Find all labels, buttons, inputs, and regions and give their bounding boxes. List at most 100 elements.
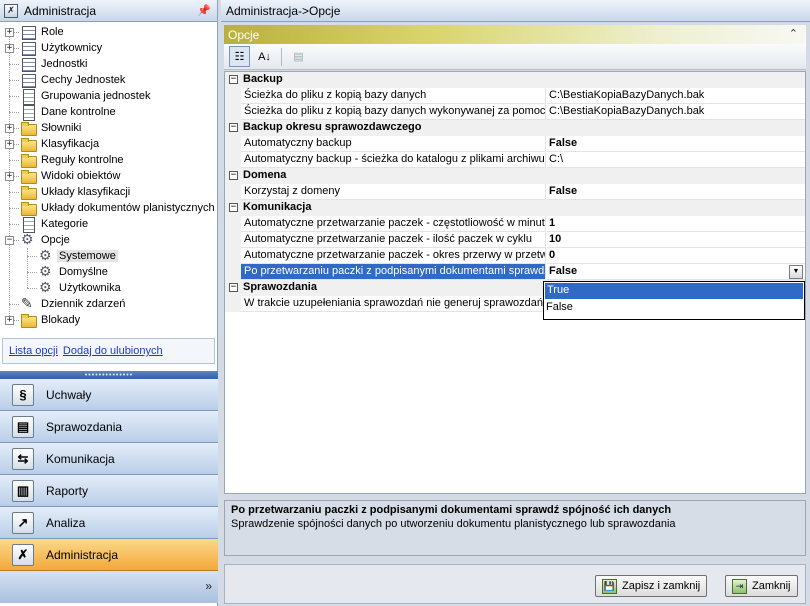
tree-item[interactable]: Dziennik zdarzeń (20, 295, 127, 312)
toolbar-separator (281, 47, 282, 66)
tree-item[interactable]: Reguły kontrolne (20, 152, 126, 168)
dropdown-option[interactable]: False (544, 300, 804, 316)
grid-property-row[interactable]: Po przetwarzaniu paczki z podpisanymi do… (225, 264, 805, 280)
grid-category[interactable]: − Domena (225, 168, 805, 184)
nav-button[interactable]: ✗ Administracja (0, 539, 218, 571)
tree-expander[interactable]: + (5, 316, 14, 325)
tree-item[interactable]: Jednostki (20, 56, 89, 72)
property-name[interactable]: Ścieżka do pliku z kopią bazy danych (241, 88, 546, 104)
nav-button-label: Analiza (46, 515, 86, 530)
nav-button-label: Raporty (46, 483, 89, 498)
tree-expander[interactable]: − (5, 236, 14, 245)
category-collapse-icon[interactable]: − (229, 75, 238, 84)
grid-property-row[interactable]: Korzystaj z domeny False (225, 184, 805, 200)
grid-property-row[interactable]: Automatyczne przetwarzanie paczek - okre… (225, 248, 805, 264)
chevron-right-icon[interactable]: » (205, 579, 212, 593)
grid-category[interactable]: − Komunikacja (225, 200, 805, 216)
property-value[interactable]: 1 (547, 216, 805, 232)
property-name[interactable]: Korzystaj z domeny (241, 184, 546, 200)
tree-expander[interactable]: + (5, 28, 14, 37)
pane-splitter[interactable]: •••••••••••••• (0, 371, 218, 379)
grid-property-row[interactable]: Automatyczne przetwarzanie paczek - iloś… (225, 232, 805, 248)
tree-item[interactable]: Opcje (20, 231, 72, 248)
grid-property-row[interactable]: Ścieżka do pliku z kopią bazy danych wyk… (225, 104, 805, 120)
tree-item[interactable]: Cechy Jednostek (20, 72, 127, 88)
property-value[interactable]: C:\ (547, 152, 805, 168)
grid-category[interactable]: − Backup okresu sprawozdawczego (225, 120, 805, 136)
tree-item[interactable]: Domyślne (38, 263, 110, 280)
nav-button[interactable]: § Uchwały (0, 379, 218, 411)
property-name[interactable]: Po przetwarzaniu paczki z podpisanymi do… (241, 264, 546, 280)
property-value-text: C:\BestiaKopiaBazyDanych.bak (549, 105, 705, 117)
tree-item-label: Dziennik zdarzeń (41, 298, 126, 310)
folder-icon (20, 184, 37, 200)
tree-item[interactable]: Dane kontrolne (20, 104, 118, 121)
property-name[interactable]: Automatyczny backup (241, 136, 546, 152)
tree-item[interactable]: Grupowania jednostek (20, 88, 152, 105)
dropdown-arrow-icon[interactable]: ▼ (789, 265, 803, 279)
categorized-view-button[interactable]: ☷ (229, 46, 250, 67)
tree-item[interactable]: Systemowe (38, 247, 118, 264)
property-value[interactable]: 10 (547, 232, 805, 248)
nav-icon: ↗ (12, 511, 34, 534)
tree-expander[interactable]: + (5, 44, 14, 53)
property-name[interactable]: W trakcie uzupełeniania sprawozdań nie g… (241, 296, 546, 312)
grid-property-row[interactable]: Automatyczny backup - ścieżka do katalog… (225, 152, 805, 168)
grid-property-row[interactable]: Automatyczny backup False (225, 136, 805, 152)
property-name[interactable]: Automatyczne przetwarzanie paczek - okre… (241, 248, 546, 264)
tree-item[interactable]: Role (20, 24, 66, 40)
exit-icon: ⇥ (732, 578, 747, 594)
tree-item[interactable]: Użytkownicy (20, 40, 104, 56)
tree-expander[interactable]: + (5, 140, 14, 149)
tree-item[interactable]: Układy dokumentów planistycznych (20, 200, 217, 216)
grid-property-row[interactable]: Automatyczne przetwarzanie paczek - częs… (225, 216, 805, 232)
alphabetical-sort-button[interactable]: A↓ (254, 46, 275, 67)
tree-item[interactable]: Klasyfikacja (20, 136, 101, 152)
grid-property-row[interactable]: Ścieżka do pliku z kopią bazy danych C:\B… (225, 88, 805, 104)
nav-button[interactable]: ▥ Raporty (0, 475, 218, 507)
property-value[interactable]: False (547, 184, 805, 200)
tree-connector (27, 288, 37, 289)
category-collapse-icon[interactable]: − (229, 203, 238, 212)
nav-button[interactable]: ↗ Analiza (0, 507, 218, 539)
tree-item[interactable]: Użytkownika (38, 279, 123, 296)
add-to-favorites-link[interactable]: Dodaj do ulubionych (63, 345, 163, 357)
tree-item[interactable]: Kategorie (20, 216, 90, 233)
grid-category[interactable]: − Backup (225, 72, 805, 88)
category-collapse-icon[interactable]: − (229, 171, 238, 180)
property-value[interactable]: False (547, 136, 805, 152)
navigation-bar-footer[interactable]: » (0, 571, 218, 603)
nav-button[interactable]: ⇆ Komunikacja (0, 443, 218, 475)
property-name[interactable]: Automatyczne przetwarzanie paczek - częs… (241, 216, 546, 232)
tree-expander[interactable]: + (5, 124, 14, 133)
category-collapse-icon[interactable]: − (229, 283, 238, 292)
category-collapse-icon[interactable]: − (229, 123, 238, 132)
tree-item-label: Opcje (41, 234, 70, 246)
save-and-close-label: Zapisz i zamknij (622, 580, 701, 592)
property-pages-button[interactable]: ▤ (288, 46, 309, 67)
options-list-link[interactable]: Lista opcji (9, 345, 58, 357)
property-value[interactable]: C:\BestiaKopiaBazyDanych.bak (547, 104, 805, 120)
gear-icon (38, 263, 54, 280)
property-value[interactable]: 0 (547, 248, 805, 264)
property-name[interactable]: Automatyczny backup - ścieżka do katalog… (241, 152, 546, 168)
tree-expander[interactable]: + (5, 172, 14, 181)
tree-item[interactable]: Układy klasyfikacji (20, 184, 132, 200)
property-value[interactable]: False ▼ (547, 264, 805, 280)
nav-button[interactable]: ▤ Sprawozdania (0, 411, 218, 443)
tree-item[interactable]: Widoki obiektów (20, 168, 122, 184)
property-name[interactable]: Automatyczne przetwarzanie paczek - iloś… (241, 232, 546, 248)
close-button[interactable]: ⇥ Zamknij (725, 575, 798, 597)
save-and-close-button[interactable]: 💾 Zapisz i zamknij (595, 575, 708, 597)
grid-icon (20, 24, 36, 40)
nav-icon: ⇆ (12, 447, 34, 470)
property-value[interactable]: C:\BestiaKopiaBazyDanych.bak (547, 88, 805, 104)
dropdown-option[interactable]: True (545, 283, 803, 299)
tree-item[interactable]: Blokady (20, 312, 82, 328)
property-name[interactable]: Ścieżka do pliku z kopią bazy danych wyk… (241, 104, 546, 120)
collapse-icon[interactable]: ⌃ (789, 27, 798, 40)
tree-item-label: Słowniki (41, 122, 82, 134)
pin-icon[interactable]: 📌 (197, 4, 211, 17)
tree-connector (9, 96, 19, 97)
tree-item[interactable]: Słowniki (20, 120, 83, 136)
